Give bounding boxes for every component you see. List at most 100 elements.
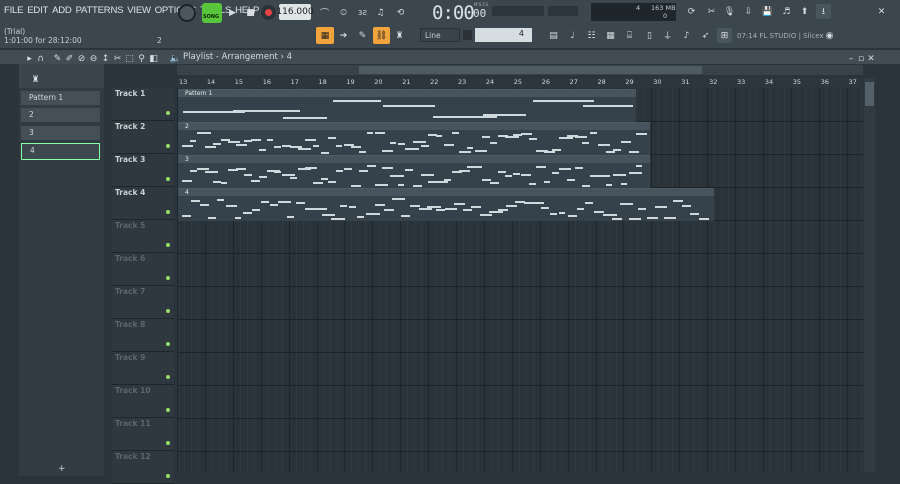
track-led[interactable] xyxy=(166,342,170,346)
pattern-clip[interactable]: 4 xyxy=(178,188,714,221)
track-led[interactable] xyxy=(166,441,170,445)
track-led[interactable] xyxy=(166,144,170,148)
channel-rack-icon[interactable]: ▦ xyxy=(603,28,618,43)
track-led[interactable] xyxy=(166,111,170,115)
piano-roll-icon[interactable]: ♩ xyxy=(565,28,580,43)
menu-file[interactable]: FILE xyxy=(4,5,23,16)
track-header[interactable]: Track 1 xyxy=(112,88,174,121)
pattern-clip[interactable]: 3 xyxy=(178,155,650,188)
note xyxy=(574,135,588,138)
plug-icon[interactable]: ⏚ xyxy=(660,28,675,43)
wave-icon[interactable]: ➶ xyxy=(698,28,713,43)
play-button[interactable]: ▶ xyxy=(225,5,240,20)
pattern-item-4[interactable]: 4 xyxy=(21,143,100,160)
note xyxy=(436,209,445,212)
stop-button[interactable]: ■ xyxy=(243,5,258,20)
playlist-grid[interactable]: Pattern 1 2 3 4 xyxy=(177,88,863,472)
plugin-icon[interactable]: ⬆ xyxy=(797,4,812,19)
track-header[interactable]: Track 5 xyxy=(112,220,174,253)
track-header[interactable]: Track 6 xyxy=(112,253,174,286)
tempo-tapper-icon[interactable]: ♪ xyxy=(679,28,694,43)
minimize-icon[interactable]: – xyxy=(846,51,856,66)
snap-magnet-icon[interactable]: ▦ xyxy=(316,27,334,44)
save-icon[interactable]: 💾 xyxy=(760,4,775,19)
playlist-icon[interactable]: ▤ xyxy=(546,28,561,43)
undo-history-icon[interactable]: ⟳ xyxy=(684,4,699,19)
pattern-item-3[interactable]: 3 xyxy=(21,126,100,140)
track-header[interactable]: Track 7 xyxy=(112,286,174,319)
cart-icon[interactable]: ⊞ xyxy=(717,28,732,43)
record-button[interactable] xyxy=(261,5,276,20)
track-header[interactable]: Track 9 xyxy=(112,352,174,385)
horizontal-scrollbar[interactable] xyxy=(177,65,863,75)
mixer-icon[interactable]: ☷ xyxy=(584,28,599,43)
track-header[interactable]: Track 11 xyxy=(112,418,174,451)
add-pattern-button[interactable]: + xyxy=(58,464,66,474)
menu-add[interactable]: ADD xyxy=(52,5,72,16)
track-led[interactable] xyxy=(166,243,170,247)
track-header[interactable]: Track 12 xyxy=(112,451,174,484)
pattern-clip[interactable]: Pattern 1 xyxy=(178,89,636,122)
track-header[interactable]: Track 4 xyxy=(112,187,174,220)
pattern-item-1[interactable]: Pattern 1 xyxy=(21,91,100,105)
cut-icon[interactable]: ✂ xyxy=(704,4,719,19)
typing-keyboard-icon[interactable]: ♜ xyxy=(392,28,407,43)
track-led[interactable] xyxy=(166,309,170,313)
note xyxy=(392,198,405,200)
tempo-display[interactable]: 116.000 xyxy=(276,4,314,20)
track-header[interactable]: Track 3 xyxy=(112,154,174,187)
pattern-item-2[interactable]: 2 xyxy=(21,108,100,122)
track-divider xyxy=(177,286,863,287)
window-title: Playlist - Arrangement xyxy=(183,52,278,62)
pencil-tool-icon[interactable]: ✎ xyxy=(355,28,370,43)
track-led[interactable] xyxy=(166,408,170,412)
snap-arrow-icon[interactable] xyxy=(463,30,472,40)
track-led[interactable] xyxy=(166,474,170,478)
note xyxy=(259,176,267,179)
track-header[interactable]: Track 10 xyxy=(112,385,174,418)
close-app-icon[interactable]: ✕ xyxy=(874,4,889,19)
note xyxy=(413,140,427,143)
menu-view[interactable]: VIEW xyxy=(127,5,151,16)
pattern-song-toggle[interactable] xyxy=(202,3,222,23)
maximize-icon[interactable]: ▫ xyxy=(856,51,866,66)
pattern-clip[interactable]: 2 xyxy=(178,122,650,155)
track-header[interactable]: Track 2 xyxy=(112,121,174,154)
master-pitch-slider[interactable] xyxy=(548,6,578,16)
song-position-clock[interactable]: 0:00 xyxy=(432,2,475,24)
download-icon[interactable]: ⭳ xyxy=(816,4,831,19)
wait-input-icon[interactable]: ⏲ xyxy=(336,5,351,20)
track-led[interactable] xyxy=(166,375,170,379)
menu-edit[interactable]: EDIT xyxy=(27,5,48,16)
note xyxy=(182,145,193,148)
snap-select[interactable]: Line xyxy=(420,28,460,42)
track-led[interactable] xyxy=(166,177,170,181)
pattern-selector[interactable]: 4 xyxy=(475,28,532,42)
piano-icon[interactable]: ♬ xyxy=(779,4,794,19)
track-header[interactable]: Track 8 xyxy=(112,319,174,352)
chain-link-icon[interactable]: ⛓ xyxy=(373,27,390,44)
pattern-view-icon[interactable]: ♜ xyxy=(28,72,43,87)
loop-record-icon[interactable]: ⟲ xyxy=(393,5,408,20)
metronome-icon[interactable]: ⌒ xyxy=(317,5,332,20)
vscroll-thumb[interactable] xyxy=(865,82,874,106)
speaker-icon[interactable]: 🔈 xyxy=(168,51,183,66)
countdown-icon[interactable]: 3Ƨ xyxy=(355,5,370,20)
menu-patterns[interactable]: PATTERNS xyxy=(76,5,124,16)
arrow-tool-icon[interactable]: ➔ xyxy=(336,28,351,43)
playback-icon[interactable]: ◧ xyxy=(146,51,161,66)
scroll-thumb[interactable] xyxy=(359,66,702,74)
file-icon[interactable]: ▯ xyxy=(642,28,657,43)
track-led[interactable] xyxy=(166,276,170,280)
close-icon[interactable]: ✕ xyxy=(866,51,876,66)
mic-icon[interactable]: 🎙 xyxy=(722,4,737,19)
globe-icon[interactable]: ◉ xyxy=(822,28,837,43)
vertical-scrollbar[interactable] xyxy=(864,78,875,472)
browser-icon[interactable]: ⌸ xyxy=(622,28,637,43)
bar-number: 15 xyxy=(234,78,244,86)
master-volume-knob[interactable] xyxy=(178,4,196,22)
track-led[interactable] xyxy=(166,210,170,214)
step-edit-icon[interactable]: ♫ xyxy=(373,5,388,20)
timeline-ruler[interactable]: 13 14 15 16 17 18 19 20 21 22 23 24 25 26 27 28 29 30 31 32… xyxy=(177,78,863,88)
render-icon[interactable]: ⇩ xyxy=(741,4,756,19)
